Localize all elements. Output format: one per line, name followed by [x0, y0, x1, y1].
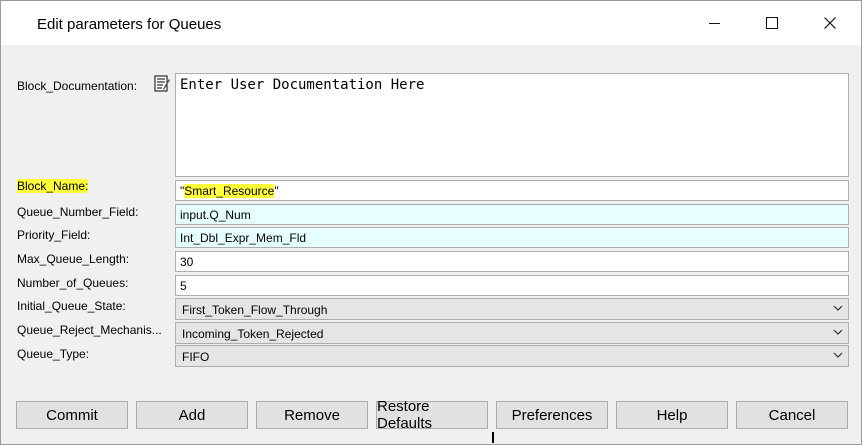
priority-field-input[interactable]: Int_Dbl_Expr_Mem_Fld: [175, 227, 849, 248]
queue-reject-mechanism-select[interactable]: Incoming_Token_Rejected: [175, 322, 849, 344]
add-button[interactable]: Add: [136, 401, 248, 429]
chevron-down-icon: [833, 329, 843, 335]
title-bar: Edit parameters for Queues: [1, 1, 861, 45]
dialog-window: Edit parameters for Queues Block_Documen…: [0, 0, 862, 445]
help-button[interactable]: Help: [616, 401, 728, 429]
remove-button[interactable]: Remove: [256, 401, 368, 429]
maximize-icon: [766, 17, 778, 29]
block-name-quote-close: ": [274, 184, 279, 198]
resize-marker: [492, 432, 494, 443]
queue-reject-mechanism-label: Queue_Reject_Mechanis...: [17, 323, 162, 337]
restore-defaults-button[interactable]: Restore Defaults: [376, 398, 488, 432]
max-queue-length-input[interactable]: 30: [175, 251, 849, 272]
queue-reject-mechanism-value: Incoming_Token_Rejected: [182, 327, 324, 341]
initial-queue-state-value: First_Token_Flow_Through: [182, 303, 328, 317]
block-name-label: Block_Name:: [17, 179, 89, 193]
close-button[interactable]: [801, 1, 859, 45]
initial-queue-state-select[interactable]: First_Token_Flow_Through: [175, 298, 849, 320]
queue-number-field-label: Queue_Number_Field:: [17, 205, 139, 219]
block-documentation-label: Block_Documentation:: [17, 79, 138, 93]
block-name-text: Smart_Resource: [184, 184, 275, 198]
close-icon: [824, 17, 836, 29]
max-queue-length-label: Max_Queue_Length:: [17, 252, 130, 266]
cancel-button[interactable]: Cancel: [736, 401, 848, 429]
preferences-button[interactable]: Preferences: [496, 401, 608, 429]
minimize-button[interactable]: [685, 1, 743, 45]
commit-button[interactable]: Commit: [16, 401, 128, 429]
priority-field-label: Priority_Field:: [17, 228, 91, 242]
queue-type-select[interactable]: FIFO: [175, 345, 849, 367]
minimize-icon: [708, 22, 720, 24]
block-name-field[interactable]: "Smart_Resource": [175, 180, 849, 201]
parameters-panel: Block_Documentation: Enter User Document…: [1, 45, 861, 444]
chevron-down-icon: [833, 305, 843, 311]
queue-type-label: Queue_Type:: [17, 347, 90, 361]
block-documentation-textarea[interactable]: Enter User Documentation Here: [175, 73, 849, 177]
maximize-button[interactable]: [743, 1, 801, 45]
initial-queue-state-label: Initial_Queue_State:: [17, 299, 126, 313]
chevron-down-icon: [833, 352, 843, 358]
queue-type-value: FIFO: [182, 350, 210, 364]
number-of-queues-label: Number_of_Queues:: [17, 276, 129, 290]
number-of-queues-input[interactable]: 5: [175, 275, 849, 296]
window-title: Edit parameters for Queues: [37, 16, 222, 33]
edit-document-icon[interactable]: [154, 75, 170, 93]
block-name-label-text: Block_Name:: [17, 179, 89, 193]
queue-number-field-input[interactable]: input.Q_Num: [175, 204, 849, 225]
